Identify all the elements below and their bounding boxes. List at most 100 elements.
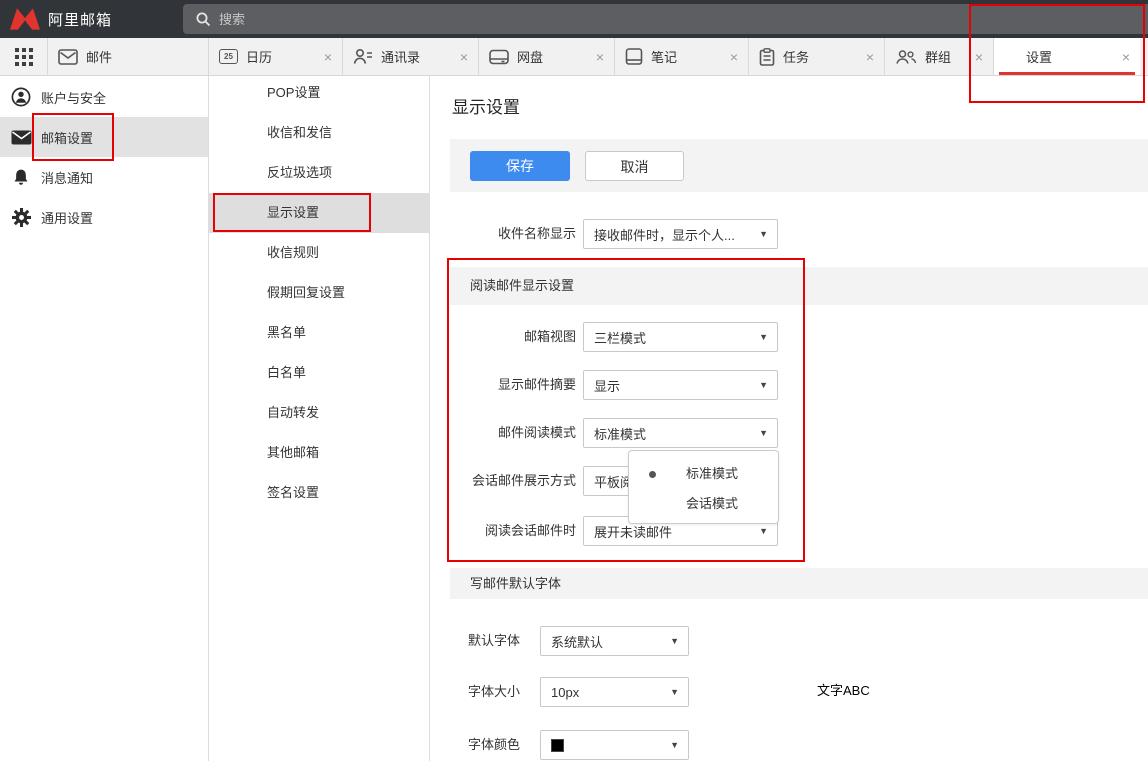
menu-option-conversation-mode[interactable]: 会话模式 — [629, 489, 778, 519]
sidebar-item-label: 邮箱设置 — [41, 128, 93, 147]
default-font-label: 默认字体 — [468, 626, 528, 656]
select-value: 标准模式 — [594, 424, 646, 443]
reading-conversation-label: 阅读会话邮件时 — [430, 516, 576, 546]
menu-option-standard-mode[interactable]: 标准模式 — [629, 459, 778, 489]
menu-option-label: 会话模式 — [686, 496, 738, 511]
select-value: 三栏模式 — [594, 328, 646, 347]
reading-mode-dropdown-menu: 标准模式 会话模式 — [628, 450, 779, 524]
settings-sidebar: 账户与安全 邮箱设置 消息通知 — [0, 76, 209, 761]
save-button[interactable]: 保存 — [470, 151, 570, 181]
tab-notes[interactable]: 笔记 × — [614, 38, 748, 75]
tabbar-filler — [1140, 38, 1148, 75]
contacts-icon — [353, 48, 373, 65]
menu-item-send-receive[interactable]: 收信和发信 — [209, 113, 429, 153]
mail-summary-label: 显示邮件摘要 — [430, 370, 576, 400]
tab-contacts[interactable]: 通讯录 × — [342, 38, 478, 75]
chevron-down-icon: ▼ — [759, 229, 768, 239]
menu-item-auto-forward[interactable]: 自动转发 — [209, 393, 429, 433]
tab-close-icon[interactable]: × — [324, 50, 332, 64]
account-icon — [10, 87, 32, 107]
font-preview-text: 文字ABC — [817, 676, 870, 706]
display-settings-panel: 显示设置 保存 取消 收件名称显示 接收邮件时，显示个人... ▼ 阅读邮件显示… — [430, 76, 1148, 761]
calendar-icon: 25 — [219, 49, 238, 64]
tab-label: 邮件 — [86, 47, 112, 66]
chevron-down-icon: ▼ — [670, 740, 679, 750]
tab-label: 笔记 — [651, 47, 677, 66]
selected-dot-icon — [649, 471, 656, 478]
tab-tasks[interactable]: 任务 × — [748, 38, 884, 75]
menu-item-pop[interactable]: POP设置 — [209, 73, 429, 113]
font-size-select[interactable]: 10px ▼ — [540, 677, 689, 707]
chevron-down-icon: ▼ — [759, 428, 768, 438]
font-color-label: 字体颜色 — [468, 730, 528, 760]
compose-section-header: 写邮件默认字体 — [450, 568, 1148, 599]
tab-drive[interactable]: 网盘 × — [478, 38, 614, 75]
tab-groups[interactable]: 群组 × — [884, 38, 993, 75]
recipient-display-select[interactable]: 接收邮件时，显示个人... ▼ — [583, 219, 778, 249]
cancel-button[interactable]: 取消 — [585, 151, 684, 181]
mail-m-logo-icon — [10, 7, 40, 31]
chevron-down-icon: ▼ — [670, 636, 679, 646]
tab-mail[interactable]: 邮件 — [47, 38, 208, 75]
tab-close-icon[interactable]: × — [975, 50, 983, 64]
select-value: 10px — [551, 685, 579, 700]
reading-mode-label: 邮件阅读模式 — [430, 418, 576, 448]
tab-label: 设置 — [1026, 47, 1052, 66]
brand-name: 阿里邮箱 — [48, 9, 112, 30]
tab-close-icon[interactable]: × — [1122, 50, 1130, 64]
menu-item-whitelist[interactable]: 白名单 — [209, 353, 429, 393]
mailbox-view-select[interactable]: 三栏模式 ▼ — [583, 322, 778, 352]
default-font-select[interactable]: 系统默认 ▼ — [540, 626, 689, 656]
apps-grid-icon — [15, 48, 33, 66]
mailbox-icon — [10, 130, 32, 145]
sidebar-item-mail-settings[interactable]: 邮箱设置 — [0, 117, 208, 157]
search-icon — [195, 11, 211, 27]
tab-settings[interactable]: 设置 × — [993, 38, 1140, 75]
reading-mode-select[interactable]: 标准模式 ▼ — [583, 418, 778, 448]
menu-item-mail-rules[interactable]: 收信规则 — [209, 233, 429, 273]
tab-close-icon[interactable]: × — [596, 50, 604, 64]
mail-icon — [58, 49, 78, 65]
mail-settings-menu: POP设置 收信和发信 反垃圾选项 显示设置 收信规则 假期回复设置 黑名单 白… — [209, 76, 430, 761]
chevron-down-icon: ▼ — [670, 687, 679, 697]
groups-icon — [895, 49, 917, 65]
mailbox-view-label: 邮箱视图 — [430, 322, 576, 352]
search-bar[interactable] — [183, 4, 1148, 34]
tab-close-icon[interactable]: × — [460, 50, 468, 64]
menu-item-antispam[interactable]: 反垃圾选项 — [209, 153, 429, 193]
menu-item-signature[interactable]: 签名设置 — [209, 473, 429, 513]
sidebar-item-label: 账户与安全 — [41, 88, 106, 107]
sidebar-item-general-settings[interactable]: 通用设置 — [0, 197, 208, 237]
chevron-down-icon: ▼ — [759, 380, 768, 390]
sidebar-item-account-security[interactable]: 账户与安全 — [0, 77, 208, 117]
tab-label: 群组 — [925, 47, 951, 66]
active-tab-indicator — [999, 72, 1135, 75]
menu-item-blacklist[interactable]: 黑名单 — [209, 313, 429, 353]
sidebar-item-notifications[interactable]: 消息通知 — [0, 157, 208, 197]
font-size-label: 字体大小 — [468, 677, 528, 707]
tab-label: 任务 — [783, 47, 809, 66]
select-value: 显示 — [594, 376, 620, 395]
conversation-display-label: 会话邮件展示方式 — [430, 466, 576, 496]
select-value: 系统默认 — [551, 632, 603, 651]
menu-item-vacation-reply[interactable]: 假期回复设置 — [209, 273, 429, 313]
mail-summary-select[interactable]: 显示 ▼ — [583, 370, 778, 400]
tab-calendar[interactable]: 25 日历 × — [208, 38, 342, 75]
menu-item-other-mailbox[interactable]: 其他邮箱 — [209, 433, 429, 473]
search-input[interactable] — [219, 12, 619, 27]
brand-logo: 阿里邮箱 — [10, 7, 112, 31]
recipient-display-label: 收件名称显示 — [430, 219, 576, 249]
tab-close-icon[interactable]: × — [866, 50, 874, 64]
apps-grid-button[interactable] — [0, 38, 47, 75]
tab-close-icon[interactable]: × — [730, 50, 738, 64]
tab-label: 日历 — [246, 47, 272, 66]
select-value: 展开未读邮件 — [594, 522, 672, 541]
chevron-down-icon: ▼ — [759, 526, 768, 536]
tab-bar: 邮件 25 日历 × 通讯录 × 网盘 × 笔 — [0, 38, 1148, 76]
font-color-swatch — [551, 739, 564, 752]
menu-item-display-settings[interactable]: 显示设置 — [209, 193, 429, 233]
font-color-select[interactable]: ▼ — [540, 730, 689, 760]
topbar: 阿里邮箱 — [0, 0, 1148, 38]
tasks-icon — [759, 48, 775, 66]
sidebar-item-label: 通用设置 — [41, 208, 93, 227]
